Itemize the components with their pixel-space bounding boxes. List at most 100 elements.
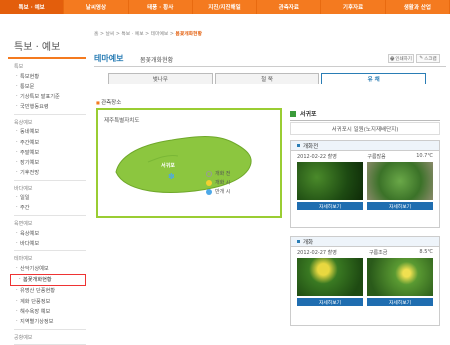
tab-canola[interactable]: 유 채	[321, 73, 427, 84]
canola-photo[interactable]	[297, 162, 363, 200]
detail-button[interactable]: 자세히보기	[367, 298, 433, 306]
temperature: 10.7℃	[416, 153, 433, 159]
top-navigation: 특보 · 예보 날씨영상 태풍 · 황사 지진/지진해일 관측자료 기후자료 생…	[0, 0, 450, 14]
nav-earthquake[interactable]: 지진/지진해일	[193, 0, 258, 14]
panel-info: 2012-02-27 촬영 구름조금 8.5℃	[291, 247, 439, 258]
sidebar-item[interactable]: 기상특보 발표기준	[8, 91, 86, 101]
panel-blooming: 개화 2012-02-27 촬영 구름조금 8.5℃ 자세히보기 자세히보기	[290, 236, 440, 326]
sidebar-divider	[14, 250, 86, 252]
legend-full-bloom: 만개 시	[206, 188, 230, 195]
flower-tabs: 벚나무 철 쭉 유 채	[108, 73, 428, 84]
station-location: 서귀포시 일원(노지재배단지)	[290, 122, 440, 135]
sidebar-group-heading[interactable]: 특보	[8, 62, 86, 71]
detail-button[interactable]: 자세히보기	[367, 202, 433, 210]
weather: 구름많음	[367, 154, 386, 160]
sidebar-group: 육면예보육상예보바다예보	[8, 219, 86, 252]
jeju-island-shape	[115, 136, 252, 193]
sidebar-item[interactable]: 주간	[8, 203, 86, 213]
sidebar-item[interactable]: 유명산 단풍현황	[8, 286, 86, 296]
sidebar-group: 테마예보산악기상예보봄꽃개화현황유명산 단풍현황계화 단풍정보해수욕장 예보지역…	[8, 254, 86, 330]
weather: 구름조금	[368, 250, 388, 256]
sidebar-group-heading[interactable]: 바다예보	[8, 184, 86, 193]
sidebar-group: 바다예보일일주간	[8, 184, 86, 217]
print-icon: 🖶	[390, 56, 395, 62]
page-subtitle: 봄꽃개화현황	[140, 57, 174, 64]
nav-observation[interactable]: 관측자료	[257, 0, 322, 14]
flower-half-icon	[206, 179, 212, 186]
detail-buttons: 자세히보기 자세히보기	[291, 296, 439, 308]
map-city-marker-icon[interactable]: ✽	[168, 172, 175, 181]
scrap-button[interactable]: ✎ 스크랩	[416, 54, 440, 63]
sidebar: 특보 · 예보 특보특보현황통보문기상특보 발표기준국민행동요령육상예보동네예보…	[8, 30, 86, 345]
scrap-icon: ✎	[419, 56, 424, 61]
canola-photo[interactable]	[367, 258, 433, 296]
sidebar-item[interactable]: 특보현황	[8, 71, 86, 81]
jeju-map: 제주특별자치도 서귀포 ✽ 개화 전 개화 시 만개 시	[96, 108, 282, 218]
tab-azalea[interactable]: 철 쭉	[214, 73, 320, 84]
sidebar-divider	[14, 328, 86, 330]
legend-before: 개화 전	[206, 170, 230, 177]
detail-button[interactable]: 자세히보기	[297, 298, 363, 306]
sidebar-group: 특보특보현황통보문기상특보 발표기준국민행동요령	[8, 62, 86, 115]
photo-row	[291, 258, 439, 296]
detail-button[interactable]: 자세히보기	[297, 202, 363, 210]
sidebar-item[interactable]: 일일	[8, 193, 86, 203]
breadcrumb-path[interactable]: 홈 > 날씨 > 특보 · 예보 > 테마예보 >	[94, 32, 175, 37]
breadcrumb-current: 봄꽃개화현황	[175, 32, 202, 37]
sidebar-divider	[14, 343, 86, 345]
sidebar-menu: 특보특보현황통보문기상특보 발표기준국민행동요령육상예보동네예보주간예보주말예보…	[8, 62, 86, 345]
sidebar-item[interactable]: 주말예보	[8, 147, 86, 157]
sidebar-group: 공항예보	[8, 333, 86, 345]
map-city-label[interactable]: 서귀포	[161, 162, 175, 169]
sidebar-item[interactable]: 육상예보	[8, 228, 86, 238]
panel-before-bloom: 개화전 2012-02-22 촬영 구름많음 10.7℃ 자세히보기 자세히보기	[290, 140, 440, 228]
sidebar-item[interactable]: 주간예보	[8, 137, 86, 147]
canola-photo[interactable]	[297, 258, 363, 296]
map-label: 관측장소	[96, 98, 121, 106]
panel-info: 2012-02-22 촬영 구름많음 10.7℃	[291, 151, 439, 162]
panel-title: 개화전	[291, 141, 439, 151]
sidebar-item[interactable]: 통보문	[8, 81, 86, 91]
page-title: 테마예보	[94, 54, 124, 63]
breadcrumb: 홈 > 날씨 > 특보 · 예보 > 테마예보 > 봄꽃개화현황	[94, 30, 446, 37]
page-title-row: 테마예보 봄꽃개화현황 🖶 인쇄하기 ✎ 스크랩	[94, 53, 446, 67]
photo-date: 2012-02-22 촬영	[297, 154, 337, 160]
nav-typhoon[interactable]: 태풍 · 황사	[129, 0, 193, 14]
legend-blooming: 개화 시	[206, 179, 230, 186]
print-button[interactable]: 🖶 인쇄하기	[388, 54, 414, 63]
nav-forecast[interactable]: 특보 · 예보	[0, 0, 65, 14]
sidebar-item[interactable]: 계화 단풍정보	[8, 296, 86, 306]
photo-row	[291, 162, 439, 200]
sidebar-item[interactable]: 바다예보	[8, 238, 86, 248]
sidebar-group: 육상예보동네예보주간예보주말예보장기예보기후전망	[8, 118, 86, 181]
sidebar-divider	[14, 215, 86, 217]
nav-life-industry[interactable]: 생활과 산업	[386, 0, 450, 14]
flower-outline-icon	[206, 170, 212, 177]
sidebar-group-heading[interactable]: 육상예보	[8, 118, 86, 127]
nav-weather-video[interactable]: 날씨영상	[64, 0, 129, 14]
sidebar-group-heading[interactable]: 공항예보	[8, 333, 86, 342]
sidebar-item[interactable]: 봄꽃개화현황	[10, 273, 86, 286]
sidebar-item[interactable]: 산악기상예보	[8, 263, 86, 273]
sidebar-item[interactable]: 해수욕장 예보	[8, 306, 86, 316]
sidebar-item[interactable]: 장기예보	[8, 157, 86, 167]
map-legend: 개화 전 개화 시 만개 시	[206, 170, 230, 197]
station-heading: 서귀포	[290, 107, 440, 121]
legend-before-label: 개화 전	[215, 171, 231, 177]
sidebar-item[interactable]: 지역별기상정보	[8, 316, 86, 326]
detail-buttons: 자세히보기 자세히보기	[291, 200, 439, 212]
tab-cherry[interactable]: 벚나무	[108, 73, 213, 84]
scrap-label: 스크랩	[424, 56, 437, 62]
main-content: 홈 > 날씨 > 특보 · 예보 > 테마예보 > 봄꽃개화현황 테마예보 봄꽃…	[94, 30, 446, 333]
photo-date: 2012-02-27 촬영	[297, 250, 337, 256]
sidebar-title: 특보 · 예보	[8, 30, 86, 59]
sidebar-group-heading[interactable]: 테마예보	[8, 254, 86, 263]
sidebar-item[interactable]: 동네예보	[8, 127, 86, 137]
flower-full-icon	[206, 188, 212, 195]
sidebar-item[interactable]: 기후전망	[8, 168, 86, 178]
canola-photo[interactable]	[367, 162, 433, 200]
sidebar-divider	[14, 113, 86, 115]
sidebar-group-heading[interactable]: 육면예보	[8, 219, 86, 228]
nav-climate[interactable]: 기후자료	[321, 0, 386, 14]
sidebar-item[interactable]: 국민행동요령	[8, 102, 86, 112]
